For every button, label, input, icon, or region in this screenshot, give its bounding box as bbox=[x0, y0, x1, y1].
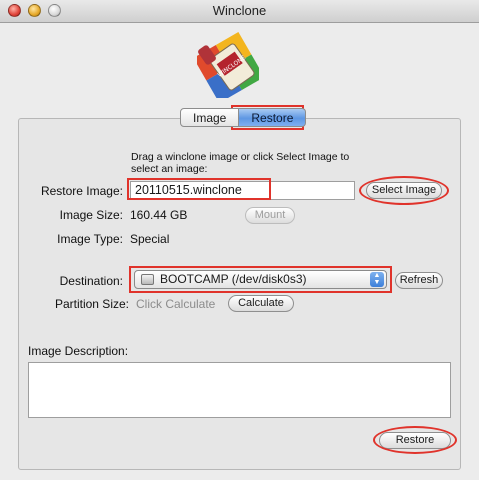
restore-image-label: Restore Image: bbox=[40, 184, 123, 198]
restore-button[interactable]: Restore bbox=[379, 432, 451, 449]
tab-bar: Image Restore bbox=[180, 108, 307, 127]
restore-image-field[interactable]: 20110515.winclone bbox=[130, 181, 355, 200]
popup-arrows-icon: ▲ ▼ bbox=[370, 272, 384, 287]
destination-label: Destination: bbox=[59, 274, 123, 288]
image-size-value: 160.44 GB bbox=[130, 208, 188, 222]
destination-select[interactable]: BOOTCAMP (/dev/disk0s3) ▲ ▼ bbox=[134, 270, 387, 289]
destination-value: BOOTCAMP (/dev/disk0s3) bbox=[160, 272, 307, 286]
restore-image-value: 20110515.winclone bbox=[135, 183, 242, 197]
tab-image[interactable]: Image bbox=[180, 108, 240, 127]
refresh-button[interactable]: Refresh bbox=[395, 272, 443, 289]
image-description-label: Image Description: bbox=[28, 344, 129, 358]
image-type-label: Image Type: bbox=[57, 232, 123, 246]
title-bar: Winclone bbox=[0, 0, 479, 23]
select-image-button[interactable]: Select Image bbox=[366, 182, 442, 199]
drag-hint-text: Drag a winclone image or click Select Im… bbox=[131, 151, 350, 175]
hard-disk-icon bbox=[141, 274, 154, 285]
image-description-field[interactable] bbox=[28, 362, 451, 418]
mount-button[interactable]: Mount bbox=[245, 207, 295, 224]
image-type-value: Special bbox=[130, 232, 170, 246]
winclone-logo-icon: WINCLONE bbox=[197, 31, 259, 98]
tab-restore[interactable]: Restore bbox=[239, 108, 307, 127]
partition-size-value: Click Calculate bbox=[136, 297, 216, 311]
image-size-label: Image Size: bbox=[59, 208, 123, 222]
calculate-button[interactable]: Calculate bbox=[228, 295, 294, 312]
partition-size-label: Partition Size: bbox=[54, 297, 129, 311]
window-title: Winclone bbox=[212, 3, 267, 18]
